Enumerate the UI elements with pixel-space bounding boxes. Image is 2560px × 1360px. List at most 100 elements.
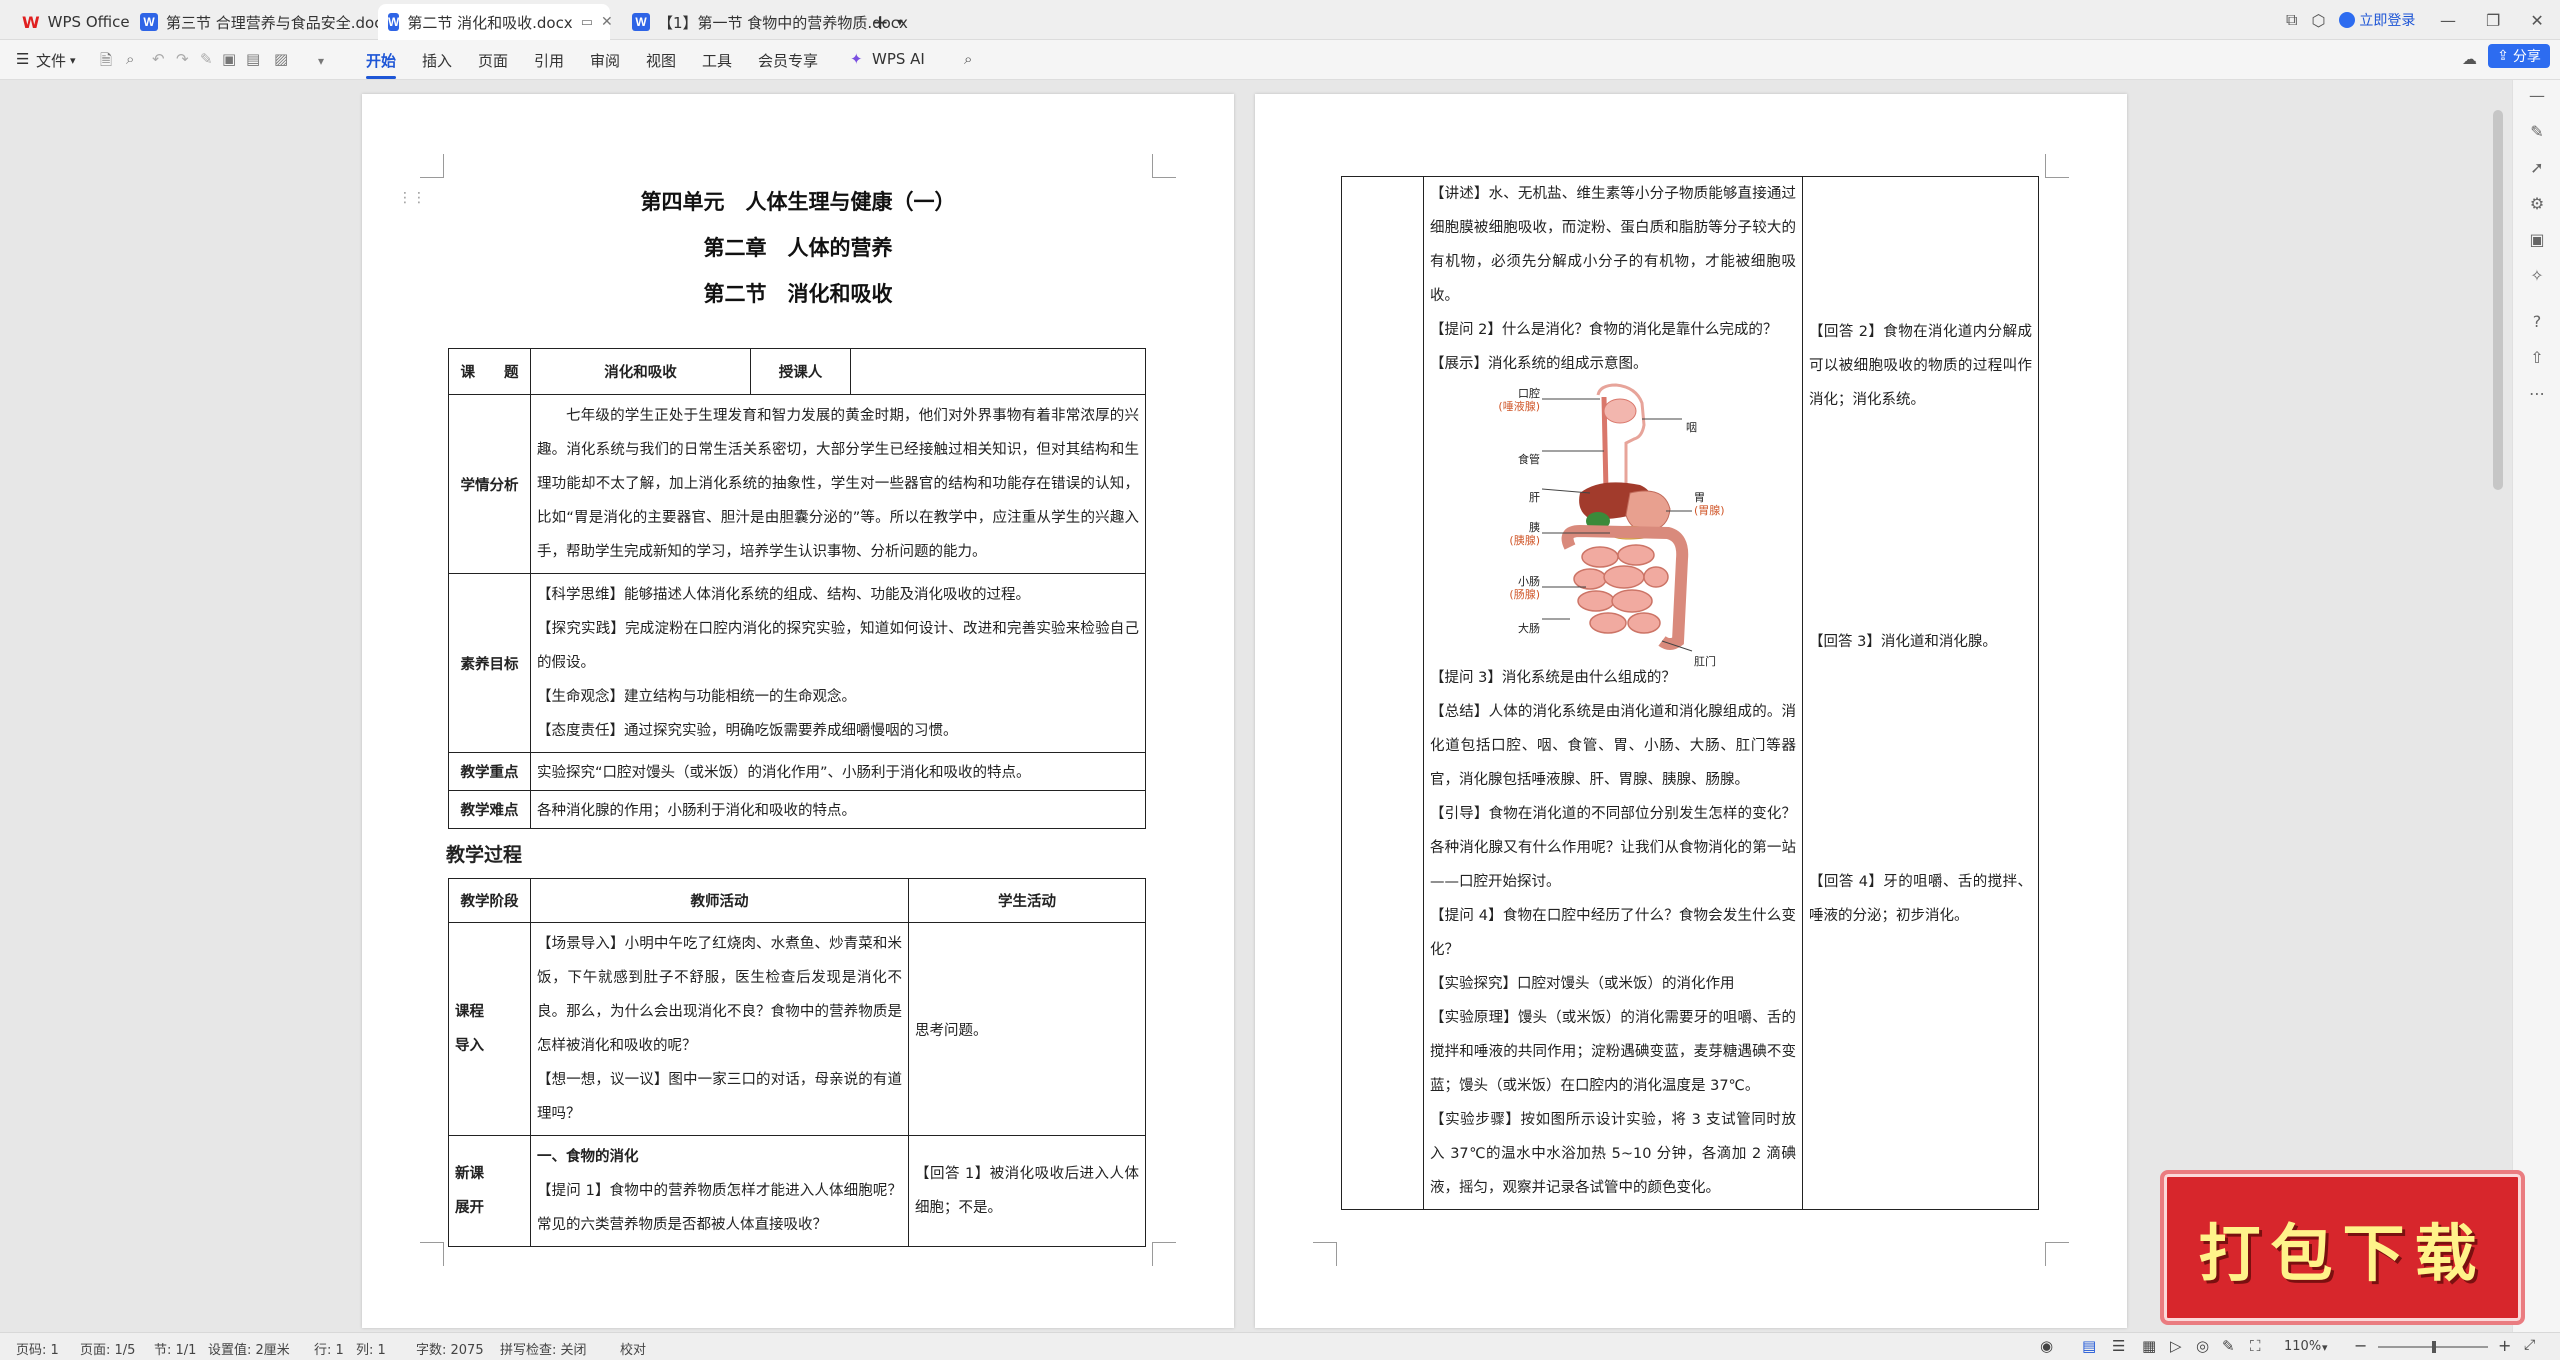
paragraph: 【提问 4】食物在口腔中经历了什么？食物会发生什么变化？ (1430, 908, 1796, 958)
status-spell[interactable]: 拼写检查: 关闭 (500, 1339, 587, 1358)
status-words[interactable]: 字数: 2075 (416, 1339, 484, 1358)
status-setting[interactable]: 设置值: 2厘米 (208, 1339, 290, 1358)
student-activity-new: 【回答 1】被消化吸收后进入人体细胞；不是。 (908, 1135, 1146, 1247)
paragraph: 【提问 1】食物中的营养物质怎样才能进入人体细胞呢？常见的六类营养物质是否都被人… (537, 1183, 902, 1233)
right-tool-sidebar: — ✎ ➚ ⚙ ▣ ✧ ? ⇧ ⋯ (2512, 80, 2560, 1332)
image-edit-icon[interactable]: ▣ (2528, 230, 2546, 249)
login-label: 立即登录 (2359, 13, 2416, 29)
tab-doc-section2[interactable]: W 第二节 消化和吸收.docx ▭ ✕ (378, 4, 613, 40)
teacher-activity-new: 一、食物的消化 【提问 1】食物中的营养物质怎样才能进入人体细胞呢？常见的六类营… (530, 1135, 909, 1247)
settings-slider-icon[interactable]: ⚙ (2528, 194, 2546, 213)
outline-view-icon[interactable]: ☰ (2112, 1337, 2125, 1355)
select-icon[interactable]: ➚ (2528, 158, 2546, 177)
web-view-icon[interactable]: ▦ (2142, 1337, 2156, 1355)
tab-label: 第三节 合理营养与食品安全.docx (166, 13, 392, 32)
menu-reference[interactable]: 引用 (534, 50, 564, 71)
magic-icon[interactable]: ✧ (2528, 266, 2546, 285)
save-icon[interactable]: 🗎 (100, 50, 112, 75)
status-section[interactable]: 节: 1/1 (154, 1339, 196, 1358)
menu-review[interactable]: 审阅 (590, 50, 620, 71)
share-doc-icon[interactable]: ⇧ (2528, 348, 2546, 367)
status-row[interactable]: 行: 1 (314, 1339, 344, 1358)
paragraph: 【实验探究】口腔对馒头（或米饭）的消化作用 (1430, 976, 1735, 992)
teacher-activity-intro: 【场景导入】小明中午吃了红烧肉、水煮鱼、炒青菜和米饭，下午就感到肚子不舒服，医生… (530, 922, 909, 1136)
process-heading: 教学过程 (446, 844, 523, 866)
download-badge[interactable]: 打包下载 (2160, 1170, 2525, 1325)
close-window-icon[interactable]: ✕ (2530, 11, 2543, 30)
fit-page-icon[interactable]: ⛶ (2250, 1337, 2261, 1355)
zoom-chevron-icon[interactable]: ▾ (2322, 1341, 2328, 1354)
sy-item: 【生命观念】建立结构与功能相统一的生命观念。 (537, 689, 856, 705)
eye-protect-icon[interactable]: ◉ (2040, 1337, 2053, 1355)
menu-tools[interactable]: 工具 (702, 50, 732, 71)
plus-icon: + (872, 10, 889, 34)
cloud-sync-icon[interactable]: ☁ (2462, 50, 2477, 68)
collapse-icon[interactable]: — (2528, 86, 2546, 105)
format-painter-icon[interactable]: ✎ (200, 50, 213, 68)
undo-icon[interactable]: ↶ (152, 50, 165, 68)
zoom-in-icon[interactable]: + (2498, 1336, 2511, 1355)
label-pancreas: 胰 (胰腺) (1484, 521, 1540, 547)
pen-icon[interactable]: ✎ (2528, 122, 2546, 141)
stage-cell-empty (1341, 176, 1424, 1210)
zoom-level[interactable]: 110% (2284, 1339, 2321, 1354)
menu-member[interactable]: 会员专享 (758, 50, 818, 71)
more-icon[interactable]: ⋯ (2528, 384, 2546, 403)
status-pages[interactable]: 页面: 1/5 (80, 1339, 135, 1358)
status-proof[interactable]: 校对 (620, 1339, 646, 1358)
menu-home[interactable]: 开始 (366, 50, 397, 79)
new-tab-button[interactable]: + ▾ (862, 4, 913, 40)
stage-label: 展开 (455, 1200, 484, 1216)
minimize-icon[interactable]: — (2440, 11, 2456, 30)
vertical-scrollbar[interactable] (2493, 110, 2503, 490)
menu-wps-ai[interactable]: WPS AI (872, 50, 925, 68)
subheading: 一、食物的消化 (537, 1149, 639, 1165)
sy-list: 【科学思维】能够描述人体消化系统的组成、结构、功能及消化吸收的过程。 【探究实践… (530, 573, 1146, 753)
tab-wps-office[interactable]: W WPS Office (12, 4, 140, 40)
close-tab-icon[interactable]: ✕ (601, 14, 613, 30)
print-icon[interactable]: ⌕ (126, 50, 134, 68)
paragraph: 【提问 3】消化系统是由什么组成的？ (1430, 670, 1676, 686)
zoom-slider-thumb[interactable] (2432, 1341, 2436, 1353)
document-page-1[interactable]: ⋮⋮ 第四单元 人体生理与健康（一） 第二章 人体的营养 第二节 消化和吸收 课… (362, 94, 1234, 1328)
globe-icon[interactable]: ◎ (2196, 1337, 2209, 1355)
hamburger-icon[interactable]: ☰ (16, 50, 29, 68)
image-icon[interactable]: ▨ (274, 50, 288, 68)
fullscreen-icon[interactable]: ⤢ (2524, 1337, 2535, 1353)
restore-icon[interactable]: ❐ (2486, 11, 2500, 30)
play-icon[interactable]: ▷ (2170, 1337, 2182, 1355)
pen-mode-icon[interactable]: ✎ (2222, 1337, 2235, 1355)
search-icon[interactable]: ⌕ (964, 50, 972, 68)
section-title: 第二节 消化和吸收 (703, 281, 893, 306)
nd-text: 各种消化腺的作用；小肠利于消化和吸收的特点。 (530, 790, 1146, 829)
status-col[interactable]: 列: 1 (356, 1339, 386, 1358)
status-bar: 页码: 1 页面: 1/5 节: 1/1 设置值: 2厘米 行: 1 列: 1 … (0, 1332, 2560, 1360)
monitor-icon[interactable]: ▭ (581, 15, 593, 30)
export-icon[interactable]: ▤ (246, 50, 260, 68)
chevron-down-icon[interactable]: ▾ (70, 54, 76, 67)
status-page[interactable]: 页码: 1 (16, 1339, 59, 1358)
login-button[interactable]: 立即登录 (2339, 10, 2415, 30)
user-avatar-icon (2339, 12, 2356, 28)
help-icon[interactable]: ? (2528, 312, 2546, 331)
zoom-slider[interactable] (2378, 1341, 2488, 1353)
preview-icon[interactable]: ▣ (222, 50, 236, 68)
label-large-intestine: 大肠 (1518, 622, 1540, 635)
answer-4: 【回答 4】牙的咀嚼、舌的搅拌、唾液的分泌；初步消化。 (1809, 874, 2032, 924)
menu-page[interactable]: 页面 (478, 50, 508, 71)
menu-file[interactable]: 文件 (36, 50, 66, 71)
label-esophagus: 食管 (1518, 453, 1540, 466)
tab-doc-section3[interactable]: W 第三节 合理营养与食品安全.docx (130, 4, 401, 40)
layout-icon[interactable]: ⧉ (2286, 10, 2297, 30)
stage-intro: 课程 导入 (448, 922, 531, 1136)
cube-icon[interactable]: ⬡ (2311, 11, 2325, 30)
zoom-out-icon[interactable]: − (2354, 1336, 2367, 1355)
menu-insert[interactable]: 插入 (422, 50, 452, 71)
redo-icon[interactable]: ↷ (176, 50, 189, 68)
share-button[interactable]: ⇪ 分享 (2488, 44, 2550, 68)
more-chevron-icon[interactable]: ▾ (318, 54, 324, 68)
document-page-2[interactable]: 【讲述】水、无机盐、维生素等小分子物质能够直接通过细胞膜被细胞吸收，而淀粉、蛋白… (1255, 94, 2127, 1328)
unit-title: 第四单元 人体生理与健康（一） (640, 189, 956, 214)
page-view-icon[interactable]: ▤ (2082, 1337, 2096, 1355)
menu-view[interactable]: 视图 (646, 50, 676, 71)
